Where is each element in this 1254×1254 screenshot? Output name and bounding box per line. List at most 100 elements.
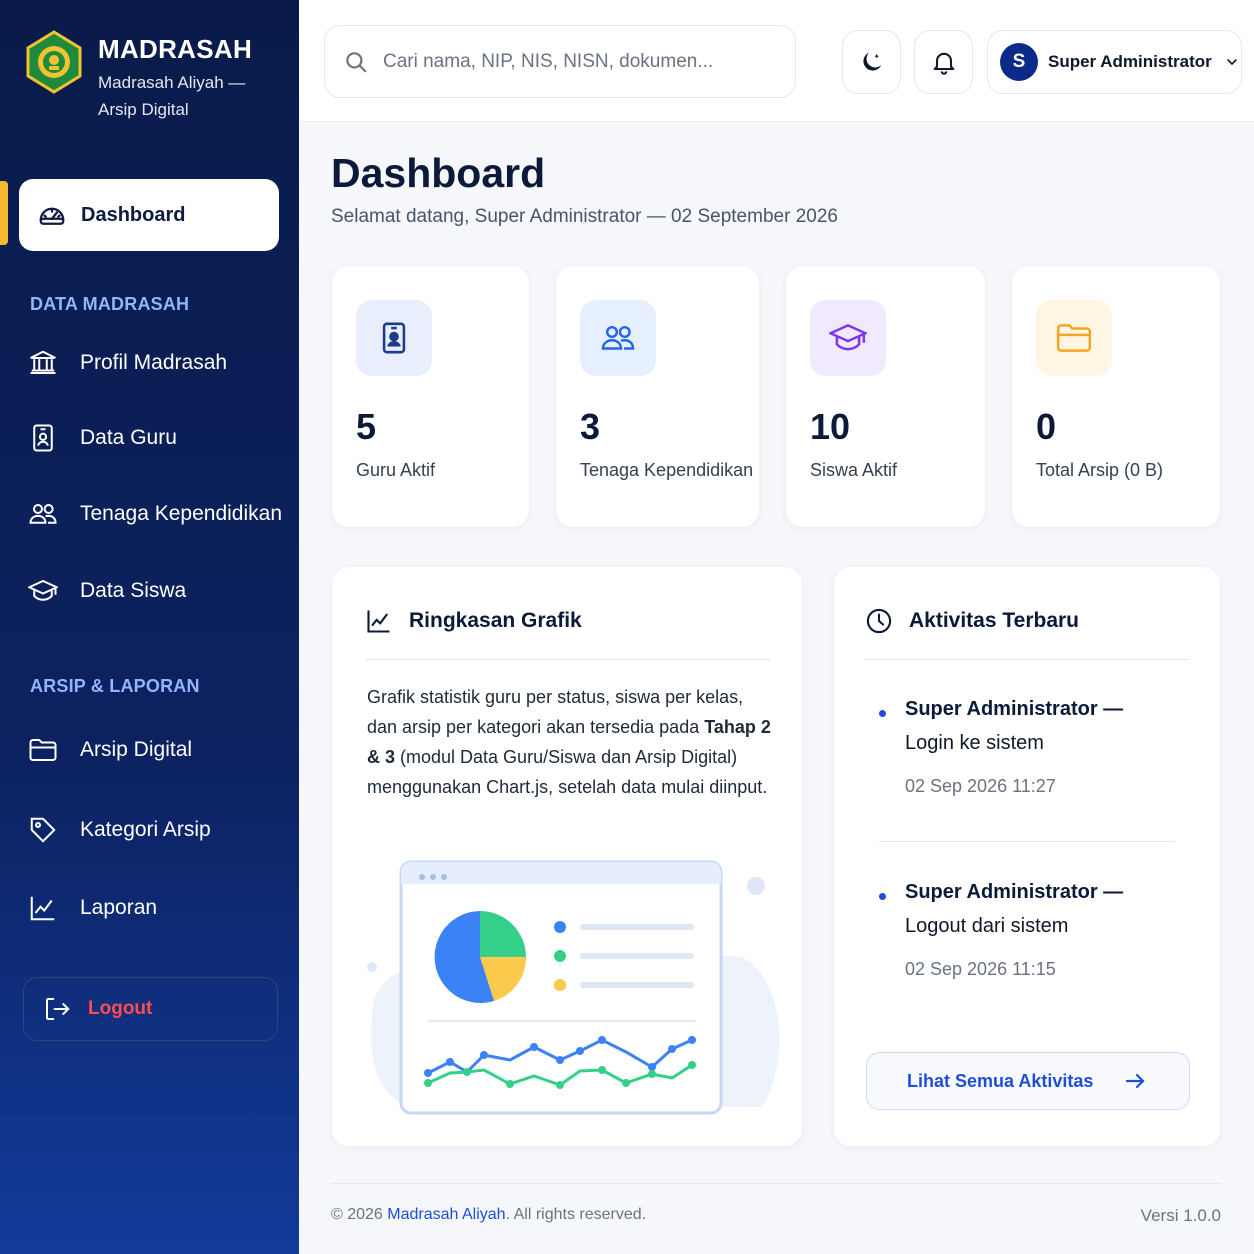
active-indicator bbox=[0, 181, 8, 245]
footer-version: Versi 1.0.0 bbox=[1140, 1206, 1221, 1225]
stat-card-total-arsip[interactable]: 0 Total Arsip (0 B) bbox=[1011, 265, 1221, 528]
stat-icon-box bbox=[356, 300, 432, 376]
clock-icon bbox=[866, 608, 892, 634]
chevron-down-icon bbox=[1226, 59, 1237, 66]
stat-card-siswa-aktif[interactable]: 10 Siswa Aktif bbox=[785, 265, 986, 528]
footer-divider bbox=[331, 1183, 1221, 1184]
see-all-activity-button[interactable]: Lihat Semua Aktivitas bbox=[866, 1052, 1190, 1110]
card-header: Ringkasan Grafik bbox=[365, 607, 582, 635]
chart-illustration bbox=[367, 860, 780, 1115]
building-icon bbox=[30, 350, 56, 374]
stat-value: 5 bbox=[356, 406, 377, 447]
divider bbox=[865, 659, 1189, 660]
user-menu[interactable]: S Super Administrator bbox=[987, 30, 1242, 94]
search-input[interactable] bbox=[383, 50, 783, 73]
theme-toggle-button[interactable] bbox=[842, 30, 901, 94]
logout-button[interactable]: Logout bbox=[23, 977, 278, 1041]
stat-icon-box bbox=[1036, 300, 1112, 376]
sidebar-item-tenaga-kependidikan[interactable]: Tenaga Kependidikan bbox=[28, 494, 282, 534]
card-header: Aktivitas Terbaru bbox=[865, 607, 1079, 635]
search-icon bbox=[346, 51, 367, 72]
brand-subtitle: Madrasah Aliyah — Arsip Digital bbox=[98, 73, 246, 119]
bell-icon bbox=[933, 52, 954, 75]
bullet bbox=[879, 710, 886, 717]
arrow-right-icon bbox=[1126, 1073, 1145, 1089]
sidebar-item-profil-madrasah[interactable]: Profil Madrasah bbox=[28, 343, 227, 383]
folder-icon bbox=[1056, 324, 1092, 352]
sidebar-item-data-siswa[interactable]: Data Siswa bbox=[28, 571, 186, 611]
sidebar-item-label: Tenaga Kependidikan bbox=[80, 502, 283, 525]
stat-value: 3 bbox=[580, 406, 601, 447]
sidebar-item-label: Data Guru bbox=[80, 426, 177, 449]
line-chart-icon bbox=[30, 896, 55, 921]
stat-label: Siswa Aktif bbox=[810, 460, 898, 480]
activity-actor: Super Administrator — bbox=[905, 881, 1124, 903]
stat-value: 10 bbox=[810, 406, 851, 447]
activity-action: Login ke sistem bbox=[905, 732, 1044, 754]
sidebar-item-label: Laporan bbox=[80, 896, 158, 919]
moon-icon bbox=[862, 52, 881, 71]
stat-card-tenaga-kependidikan[interactable]: 3 Tenaga Kependidikan bbox=[555, 265, 760, 528]
page-subtitle: Selamat datang, Super Administrator — 02… bbox=[331, 206, 838, 227]
stat-value: 0 bbox=[1036, 406, 1057, 447]
stat-icon-box bbox=[580, 300, 656, 376]
card-title: Ringkasan Grafik bbox=[409, 609, 582, 632]
activity-time: 02 Sep 2026 11:15 bbox=[905, 959, 1056, 979]
brand-title: MADRASAH bbox=[98, 34, 253, 64]
search-box[interactable] bbox=[324, 25, 796, 98]
avatar: S bbox=[1000, 43, 1038, 81]
section-title-arsip-laporan: ARSIP & LAPORAN bbox=[30, 676, 200, 696]
activity-time: 02 Sep 2026 11:27 bbox=[905, 776, 1056, 796]
user-name: Super Administrator bbox=[1048, 52, 1212, 71]
logout-icon bbox=[46, 998, 70, 1020]
madrasah-emblem-icon bbox=[26, 30, 82, 94]
activity-card: Aktivitas Terbaru Super Administrator — … bbox=[833, 566, 1221, 1147]
tag-icon bbox=[30, 817, 56, 843]
notifications-button[interactable] bbox=[914, 30, 973, 94]
id-badge-icon bbox=[382, 322, 406, 354]
activity-action: Logout dari sistem bbox=[905, 915, 1069, 937]
copyright-prefix: © 2026 bbox=[331, 1206, 388, 1223]
copyright-suffix: . All rights reserved. bbox=[505, 1206, 647, 1223]
graduation-cap-icon bbox=[28, 579, 58, 601]
footer-brand-link[interactable]: Madrasah Aliyah bbox=[387, 1206, 505, 1223]
sidebar-item-kategori-arsip[interactable]: Kategori Arsip bbox=[28, 810, 211, 850]
topbar: S Super Administrator bbox=[299, 0, 1254, 122]
sidebar-item-label: Dashboard bbox=[81, 203, 186, 226]
footer-copyright: © 2026 Madrasah Aliyah. All rights reser… bbox=[331, 1206, 646, 1224]
stat-card-guru-aktif[interactable]: 5 Guru Aktif bbox=[331, 265, 530, 528]
chart-summary-card: Ringkasan Grafik Grafik statistik guru p… bbox=[331, 566, 803, 1147]
divider bbox=[365, 659, 771, 660]
graduation-cap-icon bbox=[829, 323, 867, 351]
sidebar-item-label: Arsip Digital bbox=[80, 738, 193, 761]
card-title: Aktivitas Terbaru bbox=[909, 609, 1079, 632]
line-chart-icon bbox=[367, 610, 390, 633]
sidebar-item-data-guru[interactable]: Data Guru bbox=[28, 418, 177, 458]
users-icon bbox=[601, 326, 635, 350]
id-badge-icon bbox=[33, 424, 53, 452]
dashboard-gauge-icon bbox=[39, 207, 65, 225]
users-icon bbox=[29, 504, 57, 524]
logout-label: Logout bbox=[88, 998, 153, 1019]
stat-label: Tenaga Kependidikan bbox=[580, 460, 754, 480]
sidebar-item-label: Profil Madrasah bbox=[80, 351, 228, 374]
stat-label: Guru Aktif bbox=[356, 460, 436, 480]
divider bbox=[879, 841, 1175, 842]
sidebar-item-laporan[interactable]: Laporan bbox=[28, 888, 157, 928]
button-label: Lihat Semua Aktivitas bbox=[907, 1070, 1094, 1091]
sidebar-item-label: Data Siswa bbox=[80, 579, 187, 602]
desc-text: Grafik statistik guru per status, siswa … bbox=[367, 687, 744, 737]
desc-text: (modul Data Guru/Siswa dan Arsip Digital… bbox=[367, 747, 768, 797]
bullet bbox=[879, 893, 886, 900]
sidebar: MADRASAH Madrasah Aliyah — Arsip Digital… bbox=[0, 0, 299, 1254]
sidebar-item-label: Kategori Arsip bbox=[80, 818, 211, 841]
folder-icon bbox=[29, 739, 57, 761]
stat-label: Total Arsip (0 B) bbox=[1036, 460, 1164, 480]
brand[interactable]: MADRASAH Madrasah Aliyah — Arsip Digital bbox=[22, 30, 268, 123]
page-title: Dashboard bbox=[331, 150, 546, 196]
sidebar-item-dashboard[interactable]: Dashboard bbox=[19, 179, 279, 251]
chart-description: Grafik statistik guru per status, siswa … bbox=[367, 682, 772, 802]
activity-actor: Super Administrator — bbox=[905, 698, 1124, 720]
sidebar-item-arsip-digital[interactable]: Arsip Digital bbox=[28, 730, 192, 770]
section-title-data-madrasah: DATA MADRASAH bbox=[30, 294, 190, 314]
